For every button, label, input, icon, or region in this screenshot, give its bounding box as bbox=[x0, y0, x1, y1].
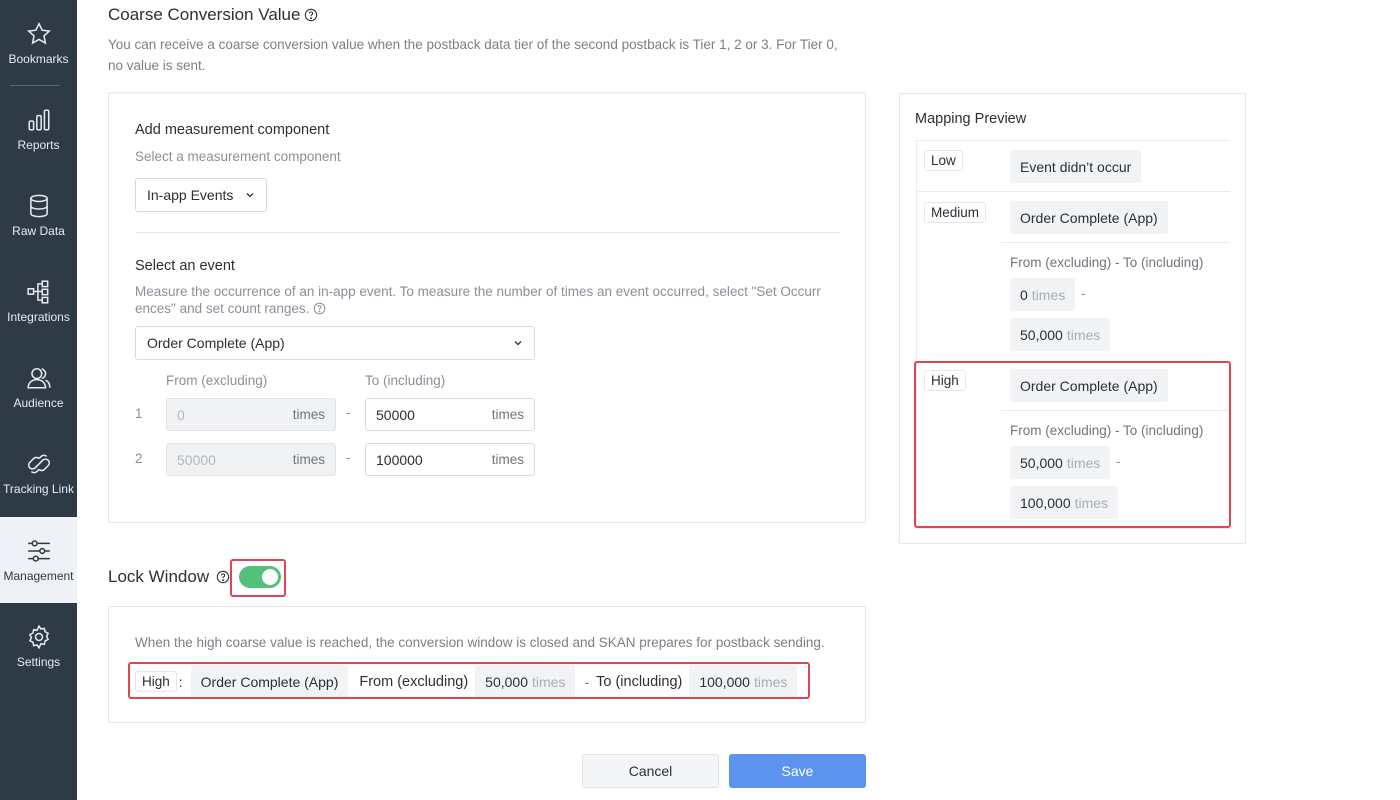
toggle-highlight-box bbox=[230, 559, 286, 597]
preview-medium-tag: Medium bbox=[924, 202, 987, 223]
unit-label: times bbox=[1031, 286, 1066, 303]
chevron-down-icon bbox=[246, 193, 254, 198]
integrations-icon bbox=[26, 279, 48, 304]
preview-low-tag: Low bbox=[924, 150, 963, 171]
component-subtitle: Select a measurement component bbox=[135, 149, 341, 164]
save-button[interactable]: Save bbox=[729, 754, 866, 788]
high-highlight-box bbox=[914, 361, 1231, 528]
sidebar-item-label: Tracking Link bbox=[3, 481, 74, 496]
coarse-description-line1: You can receive a coarse conversion valu… bbox=[108, 37, 838, 52]
sidebar-item-label: Settings bbox=[16, 654, 61, 669]
sidebar-item-settings[interactable]: Settings bbox=[0, 603, 77, 689]
cancel-button[interactable]: Cancel bbox=[582, 754, 719, 788]
help-icon[interactable] bbox=[216, 570, 230, 584]
link-icon bbox=[27, 454, 50, 473]
coarse-description-line2: no value is sent. bbox=[108, 58, 206, 73]
card-divider bbox=[135, 232, 840, 233]
preview-medium-range-label: From (excluding) - To (including) bbox=[1010, 255, 1204, 270]
main-content: Coarse Conversion Value You can receive … bbox=[77, 0, 1400, 800]
chevron-down-icon bbox=[514, 341, 522, 346]
coarse-description: You can receive a coarse conversion valu… bbox=[108, 34, 888, 76]
preview-row-divider bbox=[916, 528, 1230, 529]
unit-label: times bbox=[491, 407, 524, 422]
component-select[interactable]: In-app Events bbox=[135, 178, 267, 212]
star-icon bbox=[26, 21, 51, 44]
preview-title: Mapping Preview bbox=[915, 111, 1027, 127]
sidebar-item-integrations[interactable]: Integrations bbox=[0, 258, 77, 344]
sidebar-item-raw-data[interactable]: Raw Data bbox=[0, 172, 77, 258]
from-header: From (excluding) bbox=[166, 373, 268, 388]
to-input[interactable]: 50000 times bbox=[365, 398, 535, 431]
sliders-icon bbox=[27, 539, 50, 562]
unit-label: times bbox=[292, 407, 325, 422]
preview-medium-to: 50,000 times bbox=[1010, 318, 1111, 351]
database-icon bbox=[29, 194, 48, 217]
lock-window-header: Lock Window bbox=[108, 567, 230, 587]
sidebar-item-tracking-link[interactable]: Tracking Link bbox=[0, 430, 77, 516]
sidebar-item-label: Raw Data bbox=[12, 223, 65, 238]
sidebar-item-label: Reports bbox=[17, 137, 60, 152]
sidebar-item-label: Management bbox=[3, 568, 74, 583]
measurement-card: Add measurement component Select a measu… bbox=[108, 92, 866, 523]
event-description: Measure the occurrence of an in-app even… bbox=[135, 283, 845, 317]
help-icon[interactable] bbox=[304, 8, 318, 22]
lock-description: When the high coarse value is reached, t… bbox=[135, 635, 825, 650]
event-select-value: Order Complete (App) bbox=[147, 335, 285, 351]
coarse-section-header: Coarse Conversion Value bbox=[108, 5, 318, 25]
preview-low-event: Event didn’t occur bbox=[1010, 150, 1142, 183]
bar-chart-icon bbox=[27, 108, 50, 131]
help-icon[interactable] bbox=[313, 302, 326, 315]
component-select-value: In-app Events bbox=[147, 187, 234, 203]
to-header: To (including) bbox=[365, 373, 446, 388]
event-select[interactable]: Order Complete (App) bbox=[135, 326, 535, 360]
to-value: 100000 bbox=[376, 451, 423, 468]
to-value: 50000 bbox=[376, 406, 415, 423]
event-title: Select an event bbox=[135, 258, 235, 274]
range-dash: - bbox=[346, 405, 351, 420]
preview-medium-to-value: 50,000 bbox=[1020, 326, 1063, 343]
row-index: 1 bbox=[135, 406, 143, 421]
lock-window-title: Lock Window bbox=[108, 567, 210, 586]
sidebar-item-management[interactable]: Management bbox=[0, 517, 77, 603]
from-input: 0 times bbox=[166, 398, 336, 431]
from-value: 50000 bbox=[177, 451, 216, 468]
unit-label: times bbox=[491, 452, 524, 467]
event-description-line2-wrap: ences" and set count ranges. bbox=[135, 300, 845, 317]
from-value: 0 bbox=[177, 406, 185, 423]
range-dash: - bbox=[1081, 286, 1086, 301]
to-input[interactable]: 100000 times bbox=[365, 443, 535, 476]
gear-icon bbox=[28, 624, 49, 649]
event-description-line1: Measure the occurrence of an in-app even… bbox=[135, 284, 821, 299]
sidebar-item-audience[interactable]: Audience bbox=[0, 344, 77, 430]
preview-medium-from-value: 0 bbox=[1020, 286, 1028, 303]
preview-row-divider bbox=[916, 191, 1230, 192]
range-dash: - bbox=[346, 450, 351, 465]
row-index: 2 bbox=[135, 451, 143, 466]
from-input: 50000 times bbox=[166, 443, 336, 476]
audience-icon bbox=[26, 367, 51, 389]
component-title: Add measurement component bbox=[135, 122, 330, 138]
sidebar-item-reports[interactable]: Reports bbox=[0, 86, 77, 172]
preview-sub-divider bbox=[1001, 242, 1230, 243]
sidebar: Bookmarks Reports Raw Data Integrations … bbox=[0, 0, 77, 800]
coarse-title: Coarse Conversion Value bbox=[108, 5, 301, 24]
event-description-line2: ences" and set count ranges. bbox=[135, 301, 310, 316]
sidebar-item-label: Bookmarks bbox=[8, 51, 69, 66]
preview-medium-from: 0 times bbox=[1010, 278, 1076, 311]
preview-row-divider bbox=[916, 140, 1230, 141]
preview-medium-event: Order Complete (App) bbox=[1010, 201, 1168, 234]
sidebar-item-label: Audience bbox=[13, 395, 64, 410]
unit-label: times bbox=[1066, 326, 1101, 343]
sidebar-item-bookmarks[interactable]: Bookmarks bbox=[0, 0, 77, 86]
lock-condition-highlight-box bbox=[128, 662, 810, 699]
sidebar-item-label: Integrations bbox=[7, 309, 70, 324]
unit-label: times bbox=[292, 452, 325, 467]
